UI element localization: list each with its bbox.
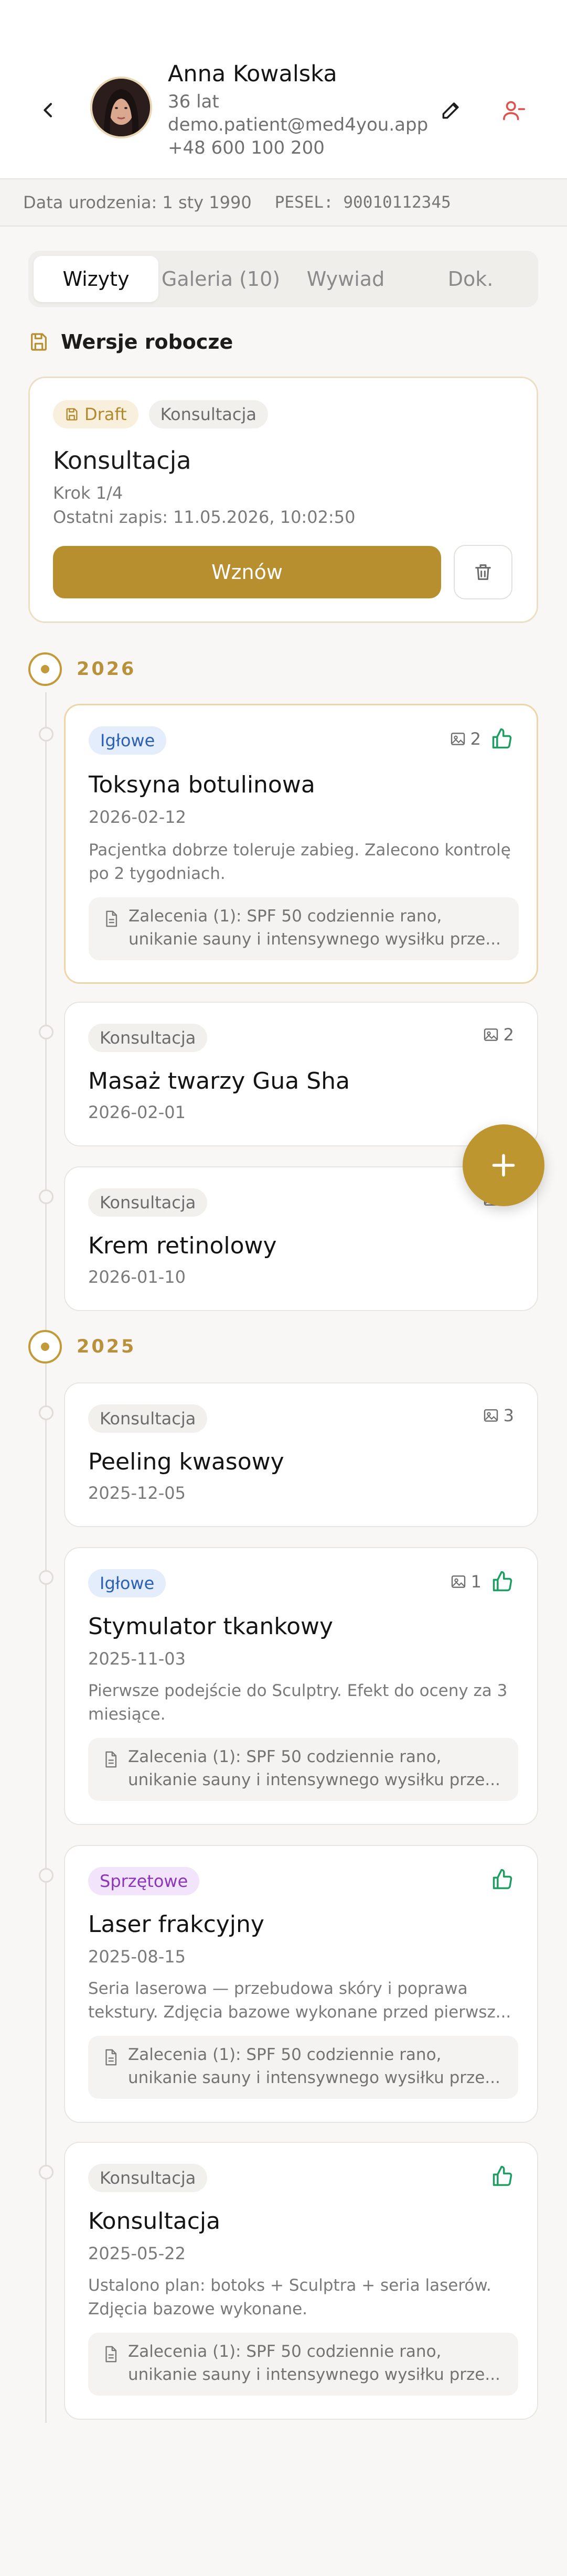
draft-step: Krok 1/4 [53, 483, 123, 503]
visit-type-badge: Konsultacja [88, 1024, 208, 1052]
add-visit-button[interactable] [463, 1124, 544, 1206]
tab-bar: Wizyty Galeria (10) Wywiad Dok. [28, 251, 538, 307]
visit-title: Peeling kwasowy [88, 1448, 284, 1475]
delete-draft-button[interactable] [454, 545, 512, 599]
plus-icon [492, 1154, 515, 1177]
visit-card[interactable]: Konsultacja 2 Krem retinolowy 2026-01-10 [64, 1166, 538, 1311]
save-icon [66, 408, 78, 421]
visit-title: Masaż twarzy Gua Sha [88, 1068, 350, 1094]
pesel: PESEL: 90010112345 [274, 193, 451, 212]
draft-card[interactable]: Draft Konsultacja Konsultacja Krok 1/4 O… [28, 377, 538, 623]
visit-date: 2026-02-12 [89, 807, 186, 827]
visit-title: Konsultacja [88, 2208, 221, 2235]
visit-card[interactable]: Sprzętowe Laser frakcyjny 2025-08-15 Ser… [64, 1845, 538, 2123]
recommendations: Zalecenia (1): SPF 50 codziennie rano, u… [88, 2036, 518, 2099]
pencil-icon [442, 102, 459, 119]
image-icon [451, 1575, 465, 1588]
thumbs-up-icon [493, 2165, 512, 2186]
thumbs-up-icon [493, 1571, 512, 1592]
timeline-dot [39, 2165, 54, 2180]
visit-type-badge: Konsultacja [88, 1404, 208, 1433]
timeline-dot [39, 1025, 54, 1039]
thumbs-up-icon [492, 728, 512, 749]
edit-patient-button[interactable] [434, 93, 468, 127]
document-icon [105, 2346, 117, 2363]
visit-card[interactable]: Konsultacja 3 Peeling kwasowy 2025-12-05 [64, 1382, 538, 1527]
year-dot-icon [28, 652, 62, 686]
draft-badge: Draft [53, 400, 138, 428]
visit-type-badge: Sprzętowe [88, 1867, 200, 1895]
visit-date: 2026-01-10 [88, 1267, 186, 1287]
tab-interview[interactable]: Wywiad [283, 256, 408, 302]
visit-date: 2026-02-01 [88, 1102, 186, 1122]
visit-title: Toksyna botulinowa [89, 771, 315, 798]
drafts-title: Wersje robocze [61, 330, 233, 353]
photo-count: 2 [483, 1025, 514, 1045]
resume-button[interactable]: Wznów [53, 546, 441, 598]
save-icon [31, 333, 47, 351]
timeline-dot [39, 1570, 54, 1585]
image-icon [451, 733, 465, 745]
visit-description: Seria laserowa — przebudowa skóry i popr… [88, 1979, 511, 2022]
tab-gallery[interactable]: Galeria (10) [158, 256, 283, 302]
birth-date: Data urodzenia: 1 sty 1990 [23, 192, 252, 212]
timeline-dot [39, 1189, 54, 1204]
photo-count: 3 [483, 1405, 514, 1425]
patient-info-bar: Data urodzenia: 1 sty 1990 PESEL: 900101… [0, 179, 567, 227]
visit-card[interactable]: Konsultacja Konsultacja 2025-05-22 Ustal… [64, 2142, 538, 2420]
visit-title: Laser frakcyjny [88, 1911, 264, 1938]
avatar [90, 77, 152, 138]
patient-phone: +48 600 100 200 [168, 137, 325, 158]
patient-email: demo.patient@med4you.app [168, 114, 429, 135]
photo-count: 2 [450, 729, 481, 749]
document-icon [106, 910, 117, 927]
visit-description: Pierwsze podejście do Sculptry. Efekt do… [88, 1681, 508, 1724]
visit-type-badge: Igłowe [88, 1569, 166, 1597]
visit-date: 2025-11-03 [88, 1649, 186, 1669]
user-minus-icon [503, 101, 525, 121]
timeline-dot [39, 1405, 54, 1420]
year-marker-2026: 2026 [28, 652, 136, 686]
image-icon [484, 1028, 498, 1041]
visit-date: 2025-05-22 [88, 2244, 186, 2263]
timeline-dot [39, 727, 54, 742]
year-dot-icon [28, 1330, 62, 1364]
recommendations: Zalecenia (1): SPF 50 codziennie rano, u… [88, 1738, 518, 1801]
thumbs-up-icon [493, 1869, 512, 1890]
drafts-heading: Wersje robocze [28, 330, 233, 353]
visit-card[interactable]: Igłowe 2 Toksyna botulinowa 2026-02-12 P… [64, 704, 538, 984]
visit-card[interactable]: Konsultacja 2 Masaż twarzy Gua Sha 2026-… [64, 1002, 538, 1146]
patient-header: Anna Kowalska 36 lat demo.patient@med4yo… [0, 0, 567, 179]
draft-last-saved: Ostatni zapis: 11.05.2026, 10:02:50 [53, 507, 356, 527]
tab-visits[interactable]: Wizyty [34, 256, 158, 302]
document-icon [105, 1751, 117, 1768]
visit-type-badge: Konsultacja [88, 1188, 208, 1217]
photo-count: 1 [450, 1572, 482, 1592]
chevron-left-icon [44, 103, 52, 117]
visit-description: Pacjentka dobrze toleruje zabieg. Zaleco… [89, 841, 511, 883]
recommendations: Zalecenia (1): SPF 50 codziennie rano, u… [89, 897, 519, 960]
visit-title: Krem retinolowy [88, 1232, 277, 1259]
visit-card[interactable]: Igłowe 1 Stymulator tkankowy 2025-11-03 … [64, 1547, 538, 1825]
back-button[interactable] [33, 94, 64, 126]
visit-date: 2025-08-15 [88, 1947, 186, 1967]
remove-patient-button[interactable] [497, 93, 531, 127]
recommendations: Zalecenia (1): SPF 50 codziennie rano, u… [88, 2333, 518, 2396]
document-icon [105, 2049, 117, 2066]
visit-date: 2025-12-05 [88, 1483, 186, 1503]
patient-age: 36 lat [168, 91, 219, 112]
visit-title: Stymulator tkankowy [88, 1613, 334, 1640]
patient-name: Anna Kowalska [168, 61, 337, 87]
visit-type-badge: Igłowe [89, 726, 167, 755]
draft-title: Konsultacja [53, 446, 191, 475]
timeline-dot [39, 1868, 54, 1883]
visit-description: Ustalono plan: botoks + Sculptra + seria… [88, 2276, 491, 2319]
image-icon [484, 1409, 498, 1422]
type-badge: Konsultacja [148, 400, 268, 428]
timeline-line [45, 692, 47, 2423]
visit-type-badge: Konsultacja [88, 2164, 208, 2192]
trash-icon [475, 564, 491, 580]
year-marker-2025: 2025 [28, 1330, 136, 1364]
tab-documents[interactable]: Dok. [408, 256, 533, 302]
